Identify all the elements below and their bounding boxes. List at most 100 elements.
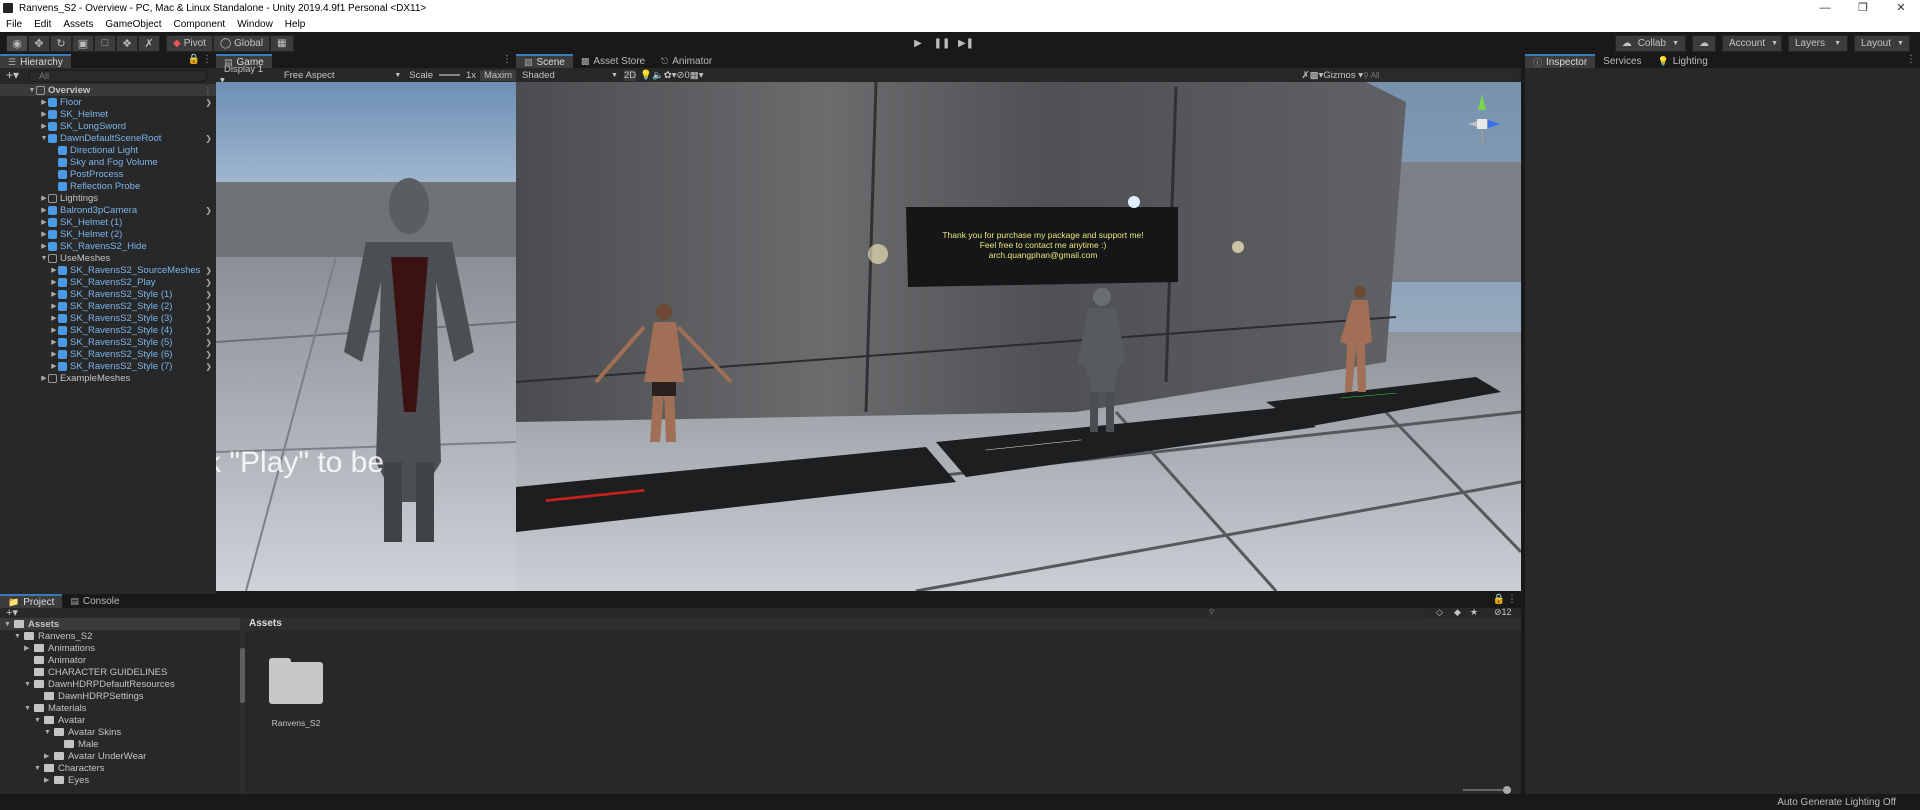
hierarchy-item[interactable]: ▶ SK_Helmet: [0, 108, 216, 120]
expand-arrow-icon[interactable]: ▼: [40, 135, 48, 142]
kebab-menu-icon[interactable]: ⋮: [502, 54, 512, 65]
lighting-toggle-icon[interactable]: 💡: [640, 70, 652, 81]
kebab-menu-icon[interactable]: ⋮: [1507, 594, 1517, 605]
hierarchy-item[interactable]: ▶ SK_RavensS2_Style (2) ❯: [0, 300, 216, 312]
menu-gameobject[interactable]: GameObject: [99, 19, 167, 30]
collapse-arrow-icon[interactable]: ▶: [50, 290, 58, 298]
tree-arrow-icon[interactable]: ▶: [24, 644, 34, 652]
collapse-arrow-icon[interactable]: ▶: [50, 266, 58, 274]
scene-search-input[interactable]: ⚲ All: [1363, 69, 1513, 81]
menu-component[interactable]: Component: [168, 19, 232, 30]
rect-tool-icon[interactable]: □: [94, 34, 116, 52]
collapse-arrow-icon[interactable]: ▶: [50, 350, 58, 358]
pivot-button[interactable]: ◆ Pivot: [166, 34, 213, 52]
collapse-arrow-icon[interactable]: ▶: [40, 194, 48, 202]
hierarchy-item[interactable]: ▶ SK_RavensS2_Style (7) ❯: [0, 360, 216, 372]
layers-dropdown[interactable]: Layers ▼: [1788, 35, 1848, 52]
hierarchy-item[interactable]: ▶ SK_RavensS2_Style (6) ❯: [0, 348, 216, 360]
custom-tool-icon[interactable]: ✗: [138, 34, 160, 52]
menu-file[interactable]: File: [0, 19, 28, 30]
menu-window[interactable]: Window: [231, 19, 279, 30]
account-dropdown[interactable]: Account ▼: [1722, 35, 1782, 52]
filter-type-icon[interactable]: ◇: [1436, 607, 1443, 618]
collapse-arrow-icon[interactable]: ▶: [40, 242, 48, 250]
project-tree-item[interactable]: ▶ Avatar UnderWear: [0, 750, 240, 762]
folder-asset-item[interactable]: [269, 658, 323, 704]
step-icon[interactable]: ▶❚: [954, 35, 978, 52]
scale-slider[interactable]: [439, 74, 460, 76]
cloud-button[interactable]: ☁: [1692, 35, 1716, 52]
effects-toggle-icon[interactable]: ✿▾: [664, 70, 677, 81]
hierarchy-item[interactable]: ▶ Balrond3pCamera ❯: [0, 204, 216, 216]
project-tree-item[interactable]: ▼ DawnHDRPDefaultResources: [0, 678, 240, 690]
hierarchy-search-input[interactable]: All: [28, 70, 208, 82]
hierarchy-item[interactable]: ▶ SK_RavensS2_Play ❯: [0, 276, 216, 288]
chevron-right-icon[interactable]: ❯: [205, 350, 212, 359]
menu-assets[interactable]: Assets: [57, 19, 99, 30]
lock-icon[interactable]: 🔒: [188, 54, 200, 65]
tab-animator[interactable]: ⎋ Animator: [653, 54, 721, 68]
collapse-arrow-icon[interactable]: ▶: [40, 110, 48, 118]
tab-services[interactable]: Services: [1595, 54, 1650, 68]
global-button[interactable]: ◯ Global: [212, 34, 271, 52]
expand-arrow-icon[interactable]: ▼: [28, 87, 36, 94]
tree-arrow-icon[interactable]: ▼: [14, 633, 24, 640]
tab-lighting[interactable]: 💡 Lighting: [1649, 54, 1716, 68]
collapse-arrow-icon[interactable]: ▶: [40, 98, 48, 106]
hidden-count-icon[interactable]: ⊘12: [1494, 607, 1512, 618]
chevron-right-icon[interactable]: ❯: [205, 290, 212, 299]
tab-hierarchy[interactable]: ☰ Hierarchy: [0, 54, 71, 68]
aspect-dropdown[interactable]: Free Aspect: [276, 70, 391, 81]
tree-arrow-icon[interactable]: ▶: [44, 776, 54, 784]
maximize-icon[interactable]: ❐: [1844, 0, 1882, 16]
scene-viewport[interactable]: Thank you for purchase my package and su…: [516, 82, 1521, 591]
icon-size-slider-thumb[interactable]: [1503, 786, 1511, 794]
tab-console[interactable]: ▤ Console: [62, 594, 128, 608]
chevron-right-icon[interactable]: ❯: [205, 326, 212, 335]
hierarchy-item[interactable]: ▶ Floor ❯: [0, 96, 216, 108]
hierarchy-item[interactable]: ▶ SK_RavensS2_Style (4) ❯: [0, 324, 216, 336]
hierarchy-item[interactable]: PostProcess: [0, 168, 216, 180]
kebab-menu-icon[interactable]: ⋮: [1906, 54, 1916, 65]
expand-arrow-icon[interactable]: ▼: [40, 255, 48, 262]
hidden-objects-icon[interactable]: ⊘0: [677, 70, 690, 81]
hierarchy-item[interactable]: Sky and Fog Volume: [0, 156, 216, 168]
tree-arrow-icon[interactable]: ▼: [34, 717, 44, 724]
hierarchy-item[interactable]: ▶ SK_RavensS2_Style (3) ❯: [0, 312, 216, 324]
collab-dropdown[interactable]: ☁ Collab ▼: [1614, 35, 1686, 52]
mode-2d-toggle[interactable]: 2D: [623, 69, 637, 81]
move-tool-icon[interactable]: ✥: [28, 34, 50, 52]
chevron-right-icon[interactable]: ❯: [205, 266, 212, 275]
camera-icon[interactable]: ▩▾: [1310, 70, 1324, 81]
lock-icon[interactable]: 🔒: [1493, 594, 1505, 605]
play-icon[interactable]: ▶: [906, 35, 930, 52]
project-tree-item[interactable]: ▼ Assets: [0, 618, 240, 630]
view-tool-icon[interactable]: ◉: [6, 34, 28, 52]
hierarchy-item[interactable]: ▶ SK_Helmet (2): [0, 228, 216, 240]
collapse-arrow-icon[interactable]: ▶: [50, 338, 58, 346]
hierarchy-item[interactable]: ▶ SK_RavensS2_Hide: [0, 240, 216, 252]
hierarchy-item[interactable]: ▶ SK_RavensS2_SourceMeshes ❯: [0, 264, 216, 276]
hierarchy-item[interactable]: Directional Light: [0, 144, 216, 156]
hierarchy-item[interactable]: ▶ SK_RavensS2_Style (1) ❯: [0, 288, 216, 300]
collapse-arrow-icon[interactable]: ▶: [50, 314, 58, 322]
project-tree-item[interactable]: ▼ Materials: [0, 702, 240, 714]
assets-breadcrumb[interactable]: Assets: [245, 618, 1521, 630]
transform-tool-icon[interactable]: ❖: [116, 34, 138, 52]
status-text[interactable]: Auto Generate Lighting Off: [1777, 797, 1896, 808]
collapse-arrow-icon[interactable]: ▶: [40, 122, 48, 130]
shading-dropdown[interactable]: Shaded: [516, 70, 611, 81]
hierarchy-item[interactable]: ▶ SK_Helmet (1): [0, 216, 216, 228]
hierarchy-item[interactable]: ▶ SK_RavensS2_Style (5) ❯: [0, 336, 216, 348]
chevron-right-icon[interactable]: ❯: [205, 134, 212, 143]
rotate-tool-icon[interactable]: ↻: [50, 34, 72, 52]
project-tree-item[interactable]: DawnHDRPSettings: [0, 690, 240, 702]
close-icon[interactable]: ✕: [1882, 0, 1920, 16]
kebab-menu-icon[interactable]: ⋮: [204, 86, 212, 95]
add-icon[interactable]: +▾: [6, 68, 19, 82]
hierarchy-item[interactable]: ▼ DawnDefaultSceneRoot ❯: [0, 132, 216, 144]
hierarchy-item[interactable]: ▶ Lightings: [0, 192, 216, 204]
collapse-arrow-icon[interactable]: ▶: [50, 362, 58, 370]
collapse-arrow-icon[interactable]: ▶: [50, 326, 58, 334]
favorites-icon[interactable]: ★: [1470, 607, 1478, 618]
